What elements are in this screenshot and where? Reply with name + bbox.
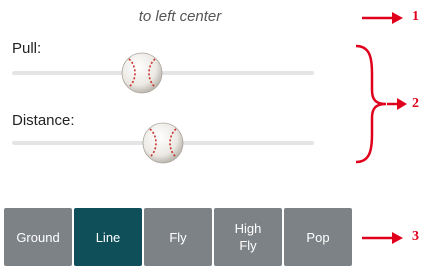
tab-fly[interactable]: Fly	[144, 208, 212, 266]
pull-label: Pull:	[12, 40, 42, 57]
tab-label: High Fly	[234, 221, 262, 253]
callout-number-1: 1	[412, 9, 419, 24]
tab-label: Line	[95, 229, 121, 245]
hit-direction-subtitle: to left center	[138, 8, 222, 25]
baseball-icon[interactable]	[120, 51, 164, 95]
callout-number-3: 3	[412, 229, 419, 244]
tab-label: Pop	[306, 229, 330, 245]
callout-arrow-icon	[387, 98, 407, 110]
callout-arrow-icon	[362, 232, 403, 244]
callout-arrow-icon	[362, 12, 403, 24]
tab-label: Fly	[169, 229, 187, 245]
callout-number-2: 2	[412, 96, 419, 111]
hit-type-tabs: Ground Line Fly High Fly Pop	[4, 208, 352, 266]
tab-line[interactable]: Line	[74, 208, 142, 266]
baseball-icon[interactable]	[141, 121, 185, 165]
tab-label: Ground	[16, 229, 60, 245]
distance-label: Distance:	[12, 112, 75, 129]
tab-high-fly[interactable]: High Fly	[214, 208, 282, 266]
tab-ground[interactable]: Ground	[4, 208, 72, 266]
tab-pop[interactable]: Pop	[284, 208, 352, 266]
